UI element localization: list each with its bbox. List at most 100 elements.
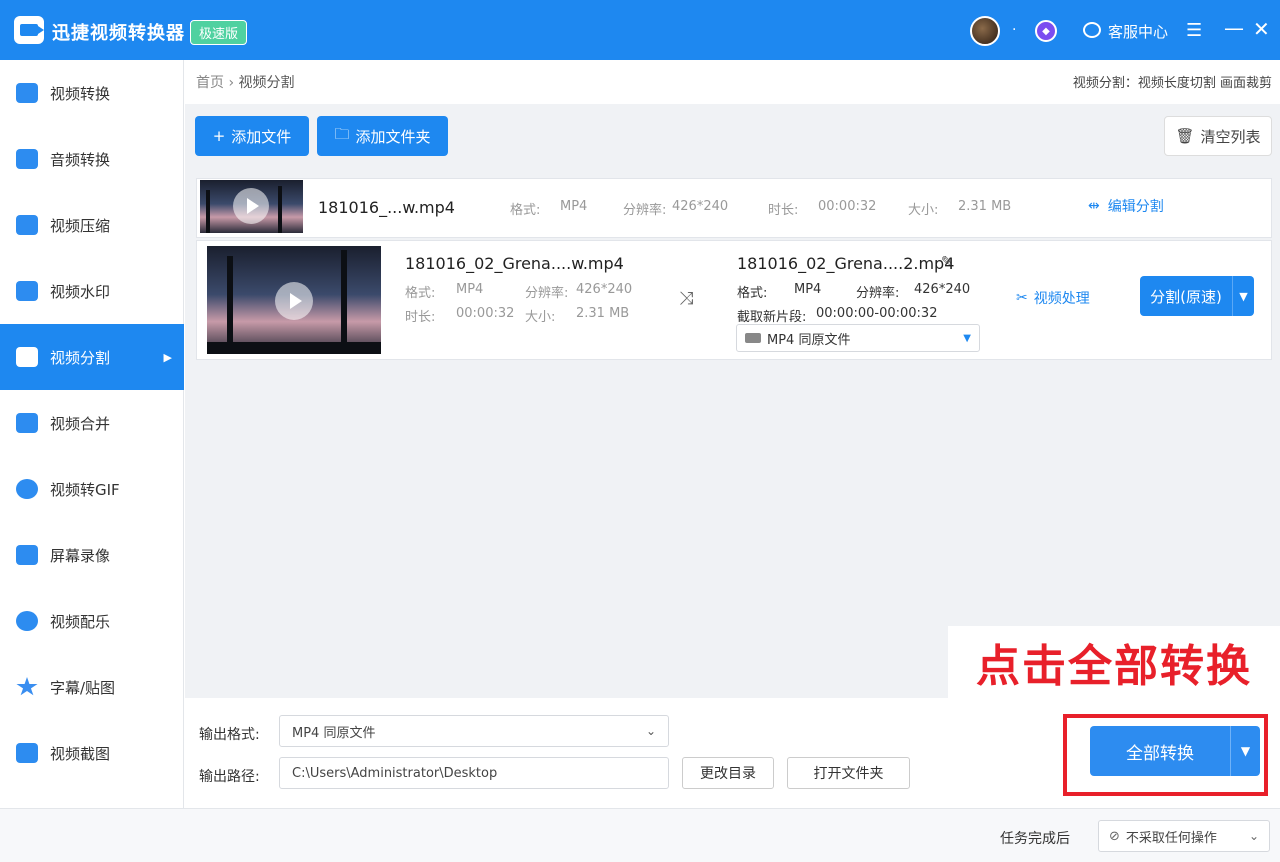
music-icon — [16, 611, 38, 631]
output-format-select[interactable]: MP4 同原文件 ⌄ — [279, 715, 669, 747]
chat-icon[interactable] — [1083, 22, 1101, 38]
watermark-icon — [16, 281, 38, 301]
sidebar-item-video-merge[interactable]: 视频合并 — [0, 390, 184, 456]
split-button[interactable]: 分割(原速) — [1140, 276, 1232, 316]
resolution-label: 分辨率: — [525, 286, 569, 301]
clear-list-label: 清空列表 — [1200, 127, 1261, 146]
split-modes-info: 视频分割：视频长度切割 画面裁剪 — [1072, 76, 1272, 91]
play-icon[interactable] — [275, 282, 313, 320]
sidebar-item-label: 视频配乐 — [50, 612, 111, 631]
after-task-value: 不采取任何操作 — [1125, 830, 1217, 846]
chevron-down-icon: ▼ — [1239, 289, 1248, 303]
output-format-select-value: MP4 同原文件 — [767, 332, 851, 348]
video-thumbnail[interactable] — [207, 246, 381, 354]
chevron-right-icon: ▶ — [163, 350, 172, 364]
split-icon: ⇹ — [1088, 198, 1100, 214]
format-label: 格式: — [737, 286, 768, 301]
video-processing-label: 视频处理 — [1033, 291, 1090, 307]
resolution-value: 426*240 — [914, 282, 971, 297]
sidebar-item-label: 视频转换 — [50, 84, 111, 103]
sidebar-item-label: 视频压缩 — [50, 216, 111, 235]
breadcrumb-current: 视频分割 — [238, 75, 295, 91]
edit-split-label: 编辑分割 — [1107, 199, 1164, 215]
sidebar-item-audio-convert[interactable]: 音频转换 — [0, 126, 184, 192]
star-icon — [16, 677, 38, 696]
chevron-down-icon: ⌄ — [1248, 829, 1259, 843]
breadcrumb: 首页 › 视频分割 — [196, 72, 295, 92]
user-avatar[interactable] — [970, 16, 1000, 46]
output-file-name: 181016_02_Grena....2.mp4 — [737, 254, 955, 273]
size-label: 大小: — [908, 203, 939, 218]
sidebar-item-video-watermark[interactable]: 视频水印 — [0, 258, 184, 324]
duration-label: 时长: — [405, 310, 436, 325]
change-directory-button[interactable]: 更改目录 — [682, 757, 774, 789]
close-icon[interactable]: ✕ — [1253, 17, 1270, 41]
ban-icon: ⊘ — [1109, 828, 1120, 844]
format-label: 格式: — [405, 286, 436, 301]
size-value: 2.31 MB — [576, 306, 630, 321]
pencil-icon[interactable]: ✎ — [941, 254, 953, 270]
vip-icon[interactable]: ◆ — [1035, 20, 1057, 42]
sidebar-item-video-music[interactable]: 视频配乐 — [0, 588, 184, 654]
edit-split-button[interactable]: ⇹ 编辑分割 — [1088, 196, 1164, 216]
open-folder-button[interactable]: 打开文件夹 — [787, 757, 910, 789]
after-task-select[interactable]: ⊘ 不采取任何操作 ⌄ — [1098, 820, 1270, 852]
play-icon[interactable] — [233, 188, 269, 224]
sidebar-item-subtitle-sticker[interactable]: 字幕/贴图 — [0, 654, 184, 720]
chevron-down-icon: ⌄ — [645, 724, 656, 738]
sidebar-item-label: 屏幕录像 — [50, 546, 111, 565]
scissors-icon: ✂ — [1016, 290, 1028, 306]
duration-value: 00:00:32 — [456, 306, 515, 321]
split-options-dropdown[interactable]: ▼ — [1232, 276, 1254, 316]
video-split-icon — [16, 347, 38, 367]
clip-range: 00:00:00-00:00:32 — [816, 306, 938, 321]
duration-value: 00:00:32 — [818, 199, 877, 214]
split-button-group: 分割(原速) ▼ — [1140, 276, 1254, 316]
size-value: 2.31 MB — [958, 199, 1012, 214]
video-processing-button[interactable]: ✂ 视频处理 — [1016, 288, 1090, 308]
sidebar-item-label: 视频水印 — [50, 282, 111, 301]
size-label: 大小: — [525, 310, 556, 325]
add-folder-label: 添加文件夹 — [355, 127, 431, 146]
video-convert-icon — [16, 83, 38, 103]
app-title: 迅捷视频转换器 — [52, 23, 185, 44]
resolution-label: 分辨率: — [623, 203, 667, 218]
trash-icon: 🗑 — [1175, 127, 1195, 145]
menu-icon[interactable]: ☰ — [1186, 20, 1202, 41]
sidebar-item-label: 视频截图 — [50, 744, 111, 763]
folder-icon: 🗀 — [334, 124, 350, 143]
add-file-button[interactable]: + 添加文件 — [195, 116, 309, 156]
title-bar: 迅捷视频转换器 极速版 · ◆ 客服中心 ☰ — ✕ — [0, 0, 1280, 60]
sidebar-item-video-screenshot[interactable]: 视频截图 — [0, 720, 184, 786]
audio-convert-icon — [16, 149, 38, 169]
source-file-name: 181016_02_Grena....w.mp4 — [405, 254, 624, 273]
sidebar-item-video-to-gif[interactable]: 视频转GIF — [0, 456, 184, 522]
output-format-select[interactable]: MP4 同原文件 ▼ — [736, 324, 980, 352]
customer-service-link[interactable]: 客服中心 — [1108, 21, 1168, 42]
format-value: MP4 — [794, 282, 822, 297]
sidebar-item-video-split[interactable]: 视频分割 ▶ — [0, 324, 184, 390]
format-label: 格式: — [510, 203, 541, 218]
clip-label: 截取新片段: — [737, 310, 807, 325]
shuffle-icon: ⤨ — [679, 288, 694, 309]
output-path-label: 输出路径: — [199, 769, 260, 785]
minimize-icon[interactable]: — — [1224, 16, 1244, 40]
plus-icon: + — [212, 127, 226, 145]
sidebar-item-label: 视频合并 — [50, 414, 111, 433]
gif-icon — [16, 479, 38, 499]
add-file-label: 添加文件 — [231, 127, 292, 146]
clear-list-button[interactable]: 🗑 清空列表 — [1164, 116, 1272, 156]
output-path-value: C:\Users\Administrator\Desktop — [292, 765, 498, 781]
breadcrumb-home[interactable]: 首页 — [196, 75, 224, 91]
sidebar-item-label: 音频转换 — [50, 150, 111, 169]
sidebar-item-screen-record[interactable]: 屏幕录像 — [0, 522, 184, 588]
sidebar-item-video-compress[interactable]: 视频压缩 — [0, 192, 184, 258]
file-name: 181016_...w.mp4 — [318, 198, 455, 217]
add-folder-button[interactable]: 🗀 添加文件夹 — [317, 116, 448, 156]
output-path-field[interactable]: C:\Users\Administrator\Desktop — [279, 757, 669, 789]
video-thumbnail[interactable] — [200, 180, 303, 233]
sidebar-item-label: 视频转GIF — [50, 480, 120, 499]
avatar-dropdown-icon[interactable]: · — [1012, 22, 1016, 38]
sidebar-item-video-convert[interactable]: 视频转换 — [0, 60, 184, 126]
after-task-label: 任务完成后 — [1000, 831, 1070, 847]
